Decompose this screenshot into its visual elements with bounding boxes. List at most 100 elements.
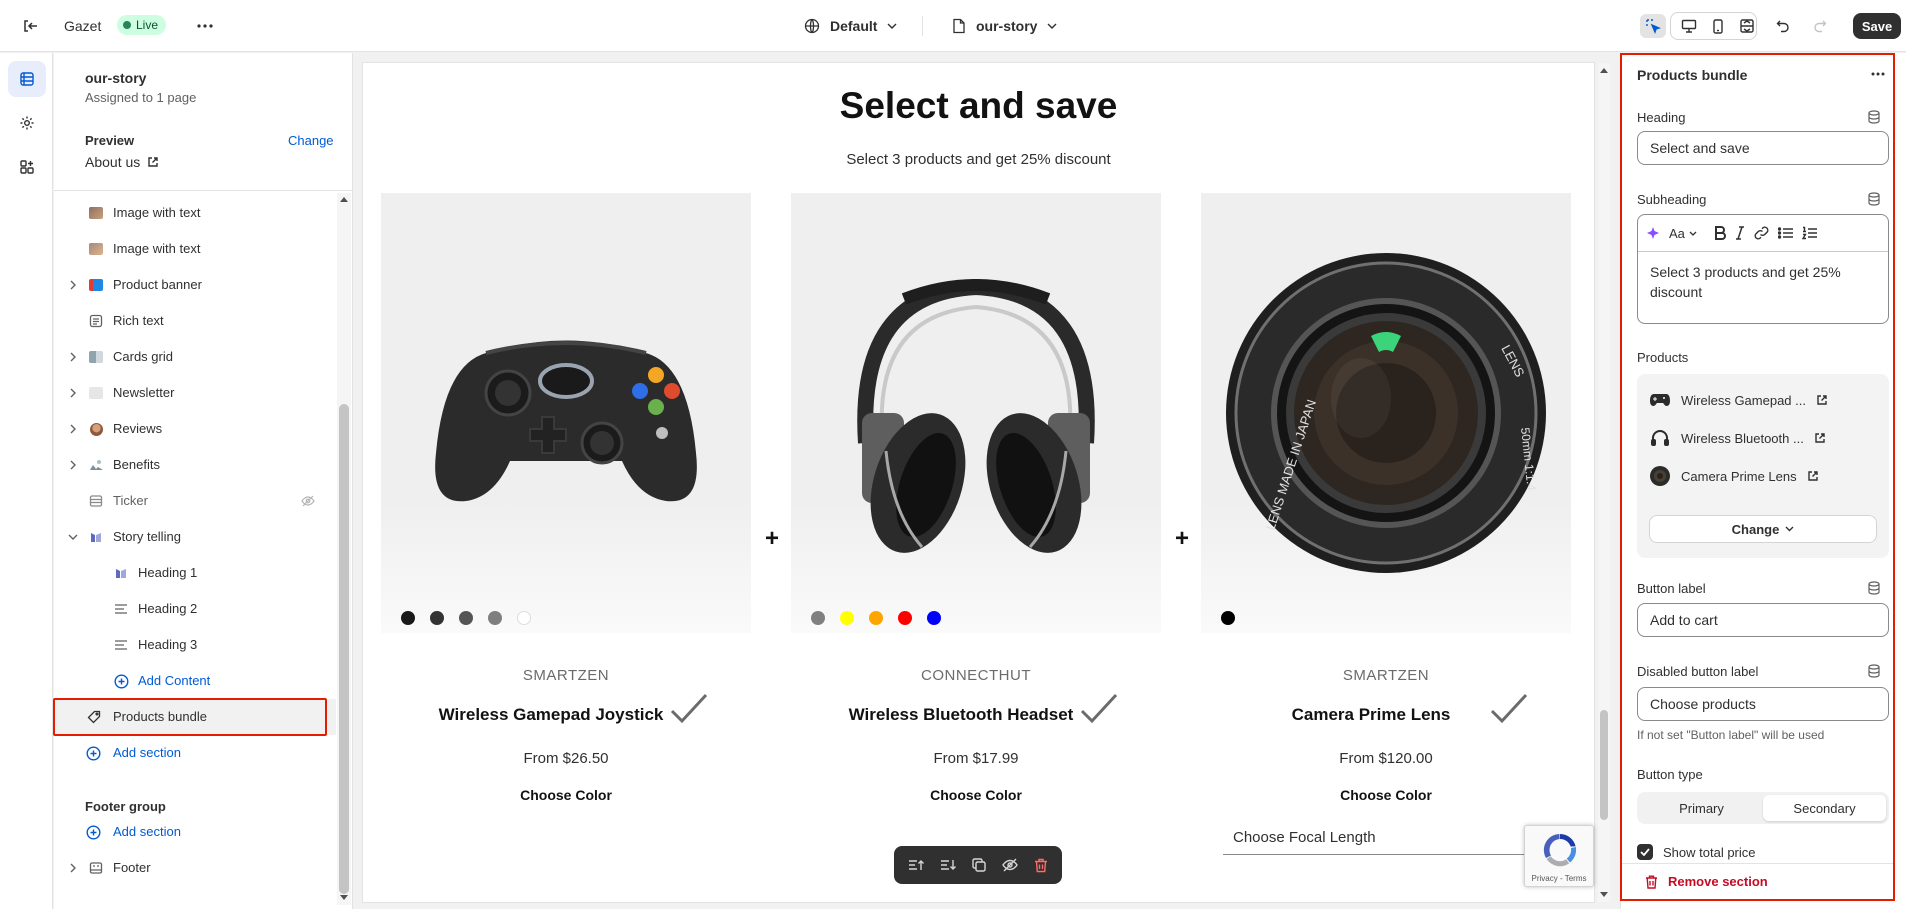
change-products-button[interactable]: Change: [1649, 515, 1877, 543]
section-item-story-telling[interactable]: Story telling: [54, 519, 336, 555]
remove-section-button[interactable]: Remove section: [1621, 863, 1893, 899]
chevron-down-icon[interactable]: [67, 533, 79, 541]
section-item-reviews[interactable]: Reviews: [54, 411, 336, 447]
section-item-products-bundle[interactable]: Products bundle: [54, 699, 336, 735]
block-item-heading-1[interactable]: Heading 1: [54, 555, 336, 591]
button-type-secondary[interactable]: Secondary: [1763, 795, 1886, 821]
chevron-right-icon[interactable]: [69, 279, 77, 291]
scroll-down-icon[interactable]: [1600, 892, 1608, 898]
save-button[interactable]: Save: [1853, 13, 1901, 39]
disabled-button-input[interactable]: Choose products: [1637, 687, 1889, 721]
product-image[interactable]: [381, 193, 751, 633]
selected-product-item[interactable]: Wireless Bluetooth ...: [1649, 425, 1826, 451]
footer-add-section-button[interactable]: Add section: [54, 814, 336, 850]
scroll-up-icon[interactable]: [1600, 67, 1608, 73]
add-content-button[interactable]: Add Content: [54, 663, 336, 699]
section-item-cards-grid[interactable]: Cards grid: [54, 339, 336, 375]
chevron-right-icon[interactable]: [69, 387, 77, 399]
delete-trash-icon[interactable]: [1034, 858, 1048, 873]
exit-icon[interactable]: [18, 14, 42, 38]
hidden-eye-icon[interactable]: [301, 495, 315, 507]
color-swatch[interactable]: [1221, 611, 1235, 625]
color-swatch[interactable]: [401, 611, 415, 625]
block-item-heading-2[interactable]: Heading 2: [54, 591, 336, 627]
sections-icon[interactable]: [8, 61, 46, 97]
font-size-button[interactable]: Aa: [1669, 223, 1697, 243]
fullscreen-icon[interactable]: [1734, 14, 1760, 38]
heading-input[interactable]: Select and save: [1637, 131, 1889, 165]
link-icon[interactable]: [1754, 223, 1769, 243]
section-item-product-banner[interactable]: Product banner: [54, 267, 336, 303]
product-card[interactable]: LENS MADE IN JAPAN LENS 50mm 1:1.4 SMART…: [1201, 193, 1571, 803]
chevron-right-icon[interactable]: [69, 351, 77, 363]
selected-product-item[interactable]: Camera Prime Lens: [1649, 463, 1819, 489]
color-swatch[interactable]: [488, 611, 502, 625]
button-label-input[interactable]: Add to cart: [1637, 603, 1889, 637]
settings-more-icon[interactable]: [1867, 63, 1889, 85]
color-swatch[interactable]: [869, 611, 883, 625]
color-swatch[interactable]: [898, 611, 912, 625]
inspector-icon[interactable]: [1640, 14, 1666, 38]
product-image[interactable]: LENS MADE IN JAPAN LENS 50mm 1:1.4: [1201, 193, 1571, 633]
color-swatch[interactable]: [430, 611, 444, 625]
block-item-heading-3[interactable]: Heading 3: [54, 627, 336, 663]
more-actions-icon[interactable]: [193, 14, 217, 38]
subheading-text[interactable]: Select 3 products and get 25% discount: [1638, 252, 1888, 312]
color-swatch[interactable]: [517, 611, 531, 625]
show-total-price-option[interactable]: Show total price: [1637, 844, 1756, 860]
button-type-primary[interactable]: Primary: [1640, 795, 1763, 821]
recaptcha-terms[interactable]: Privacy - Terms: [1525, 874, 1593, 883]
section-item-newsletter[interactable]: Newsletter: [54, 375, 336, 411]
italic-icon[interactable]: [1735, 223, 1745, 243]
scroll-down-icon[interactable]: [340, 895, 348, 901]
undo-icon[interactable]: [1770, 14, 1796, 38]
bold-icon[interactable]: [1714, 223, 1726, 243]
section-item-image-with-text[interactable]: Image with text: [54, 195, 336, 231]
recaptcha-badge[interactable]: Privacy - Terms: [1524, 825, 1594, 887]
checkmark-icon[interactable]: [1079, 693, 1119, 725]
change-preview-link[interactable]: Change: [288, 133, 334, 148]
chevron-right-icon[interactable]: [69, 862, 77, 874]
subheading-rich-text-editor[interactable]: Aa Select 3 products and get 25% discoun…: [1637, 214, 1889, 324]
template-select[interactable]: Default: [804, 15, 897, 37]
color-swatch[interactable]: [459, 611, 473, 625]
checkmark-icon[interactable]: [669, 693, 709, 725]
duplicate-icon[interactable]: [972, 858, 986, 872]
product-card[interactable]: SMARTZEN Wireless Gamepad Joystick From …: [381, 193, 751, 803]
desktop-icon[interactable]: [1676, 14, 1702, 38]
add-section-button[interactable]: Add section: [54, 735, 336, 771]
external-link-icon[interactable]: [1814, 432, 1826, 444]
dynamic-source-icon[interactable]: [1867, 192, 1881, 206]
page-select[interactable]: our-story: [952, 15, 1057, 37]
dynamic-source-icon[interactable]: [1867, 110, 1881, 124]
focal-length-select[interactable]: Choose Focal Length: [1223, 823, 1528, 855]
settings-gear-icon[interactable]: [8, 105, 46, 141]
chevron-right-icon[interactable]: [69, 459, 77, 471]
apps-icon[interactable]: [8, 149, 46, 185]
hide-eye-icon[interactable]: [1002, 858, 1018, 872]
section-item-rich-text[interactable]: Rich text: [54, 303, 336, 339]
ai-sparkle-icon[interactable]: [1646, 223, 1660, 243]
section-item-ticker[interactable]: Ticker: [54, 483, 336, 519]
color-swatch[interactable]: [840, 611, 854, 625]
dynamic-source-icon[interactable]: [1867, 664, 1881, 678]
color-swatch[interactable]: [811, 611, 825, 625]
checkmark-icon[interactable]: [1489, 693, 1529, 725]
checkbox-checked-icon[interactable]: [1637, 844, 1653, 860]
section-item-benefits[interactable]: Benefits: [54, 447, 336, 483]
preview-page-link[interactable]: About us: [85, 154, 159, 170]
selected-product-item[interactable]: Wireless Gamepad ...: [1649, 387, 1828, 413]
dynamic-source-icon[interactable]: [1867, 581, 1881, 595]
product-image[interactable]: [791, 193, 1161, 633]
color-swatch[interactable]: [927, 611, 941, 625]
bullet-list-icon[interactable]: [1777, 223, 1793, 243]
external-link-icon[interactable]: [1816, 394, 1828, 406]
redo-icon[interactable]: [1807, 14, 1833, 38]
scroll-up-icon[interactable]: [340, 196, 348, 202]
preview-scroll-thumb[interactable]: [1600, 710, 1608, 820]
mobile-icon[interactable]: [1705, 14, 1731, 38]
move-down-icon[interactable]: [940, 858, 956, 872]
section-item-footer[interactable]: Footer: [54, 850, 336, 886]
numbered-list-icon[interactable]: [1801, 223, 1817, 243]
external-link-icon[interactable]: [1807, 470, 1819, 482]
